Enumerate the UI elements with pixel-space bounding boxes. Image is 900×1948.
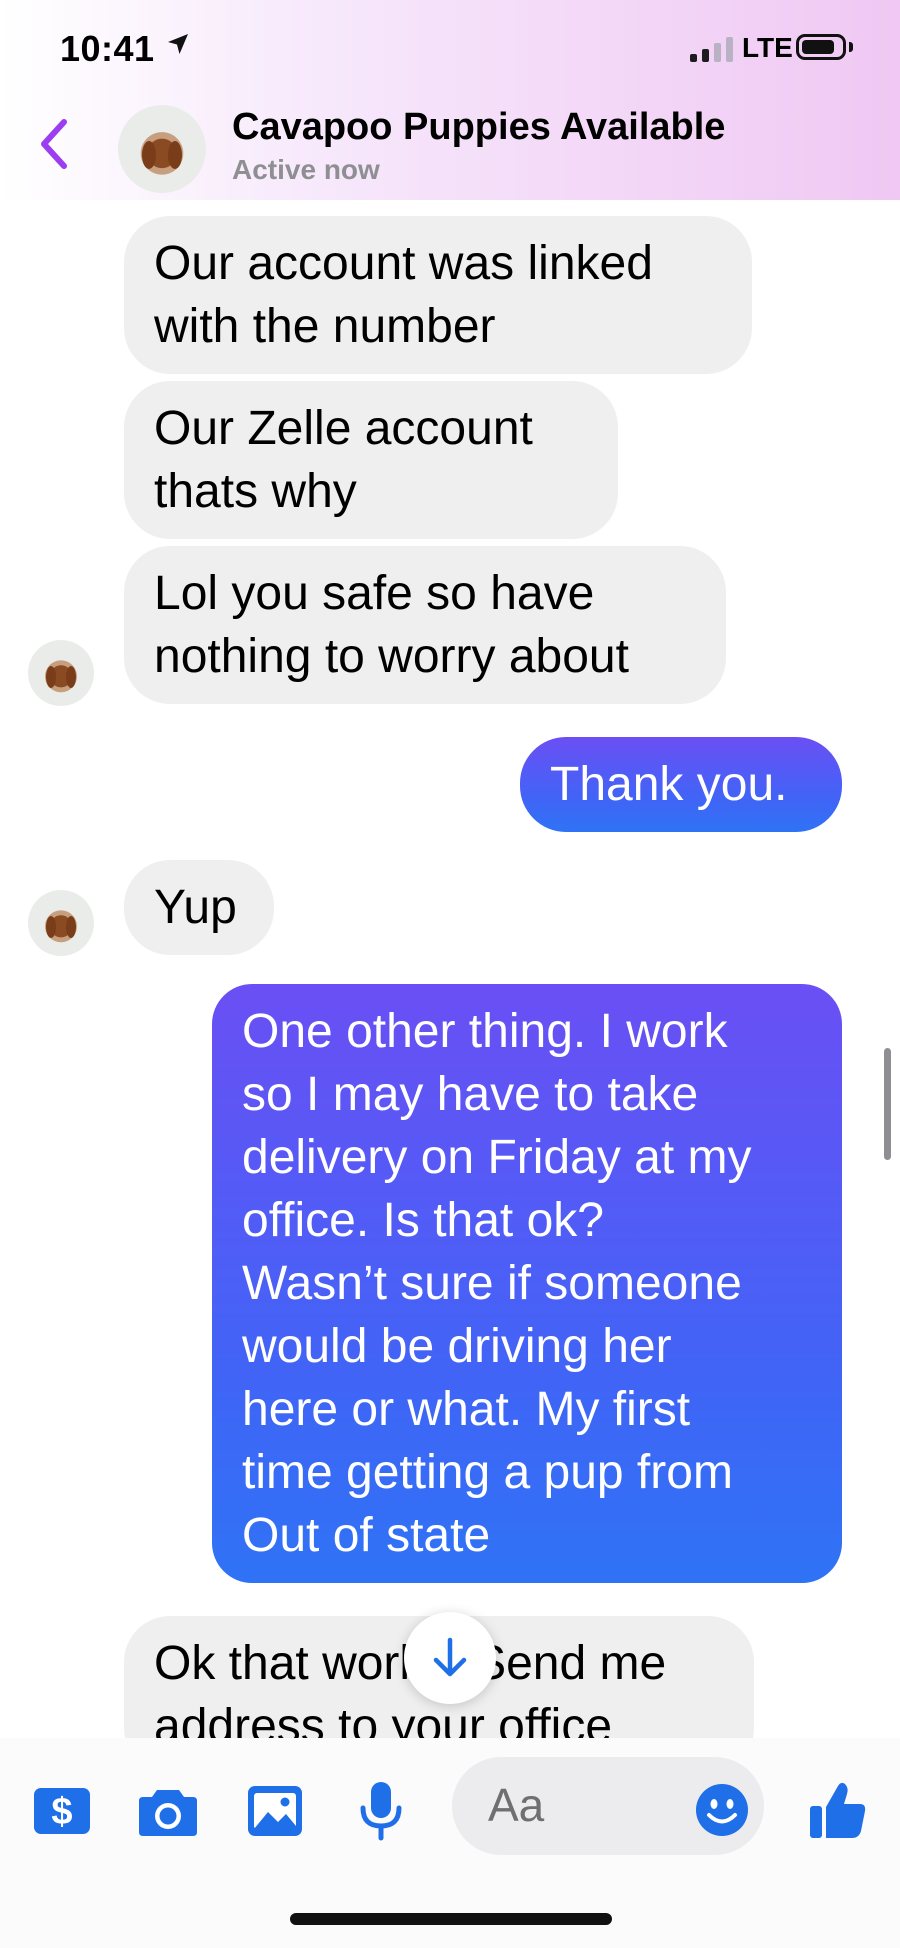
contact-avatar[interactable] (118, 105, 206, 193)
battery-tip (849, 42, 853, 52)
emoji-icon[interactable] (694, 1782, 750, 1838)
sender-avatar[interactable] (28, 890, 94, 956)
incoming-message[interactable]: Yup (124, 860, 274, 955)
network-type: LTE (742, 32, 793, 63)
back-chevron-icon[interactable] (34, 116, 74, 172)
outgoing-message[interactable]: Thank you. (520, 737, 842, 832)
location-arrow-icon (168, 34, 188, 54)
cellular-signal-icon (690, 36, 733, 62)
contact-name[interactable]: Cavapoo Puppies Available (232, 106, 725, 149)
scrollbar[interactable] (884, 1048, 891, 1160)
arrow-down-icon (433, 1637, 467, 1677)
photo-gallery-icon[interactable] (246, 1784, 304, 1838)
thumbs-up-icon[interactable] (808, 1780, 868, 1840)
payment-icon[interactable]: $ (32, 1786, 92, 1836)
message-input-placeholder: Aa (488, 1779, 545, 1831)
sender-avatar[interactable] (28, 640, 94, 706)
outgoing-message[interactable]: One other thing. I work so I may have to… (212, 984, 842, 1583)
scroll-to-bottom-button[interactable] (404, 1612, 496, 1704)
incoming-message[interactable]: Our account was linked with the number (124, 216, 752, 374)
battery-icon (796, 34, 846, 60)
status-time: 10:41 (60, 28, 155, 69)
home-indicator[interactable] (290, 1913, 612, 1925)
camera-icon[interactable] (137, 1784, 199, 1838)
incoming-message[interactable]: Lol you safe so have nothing to worry ab… (124, 546, 726, 704)
message-list[interactable]: Our account was linked with the number O… (0, 200, 900, 1738)
contact-active-status: Active now (232, 154, 380, 185)
svg-text:$: $ (51, 1791, 72, 1833)
microphone-icon[interactable] (358, 1780, 404, 1842)
incoming-message[interactable]: Our Zelle account thats why (124, 381, 618, 539)
